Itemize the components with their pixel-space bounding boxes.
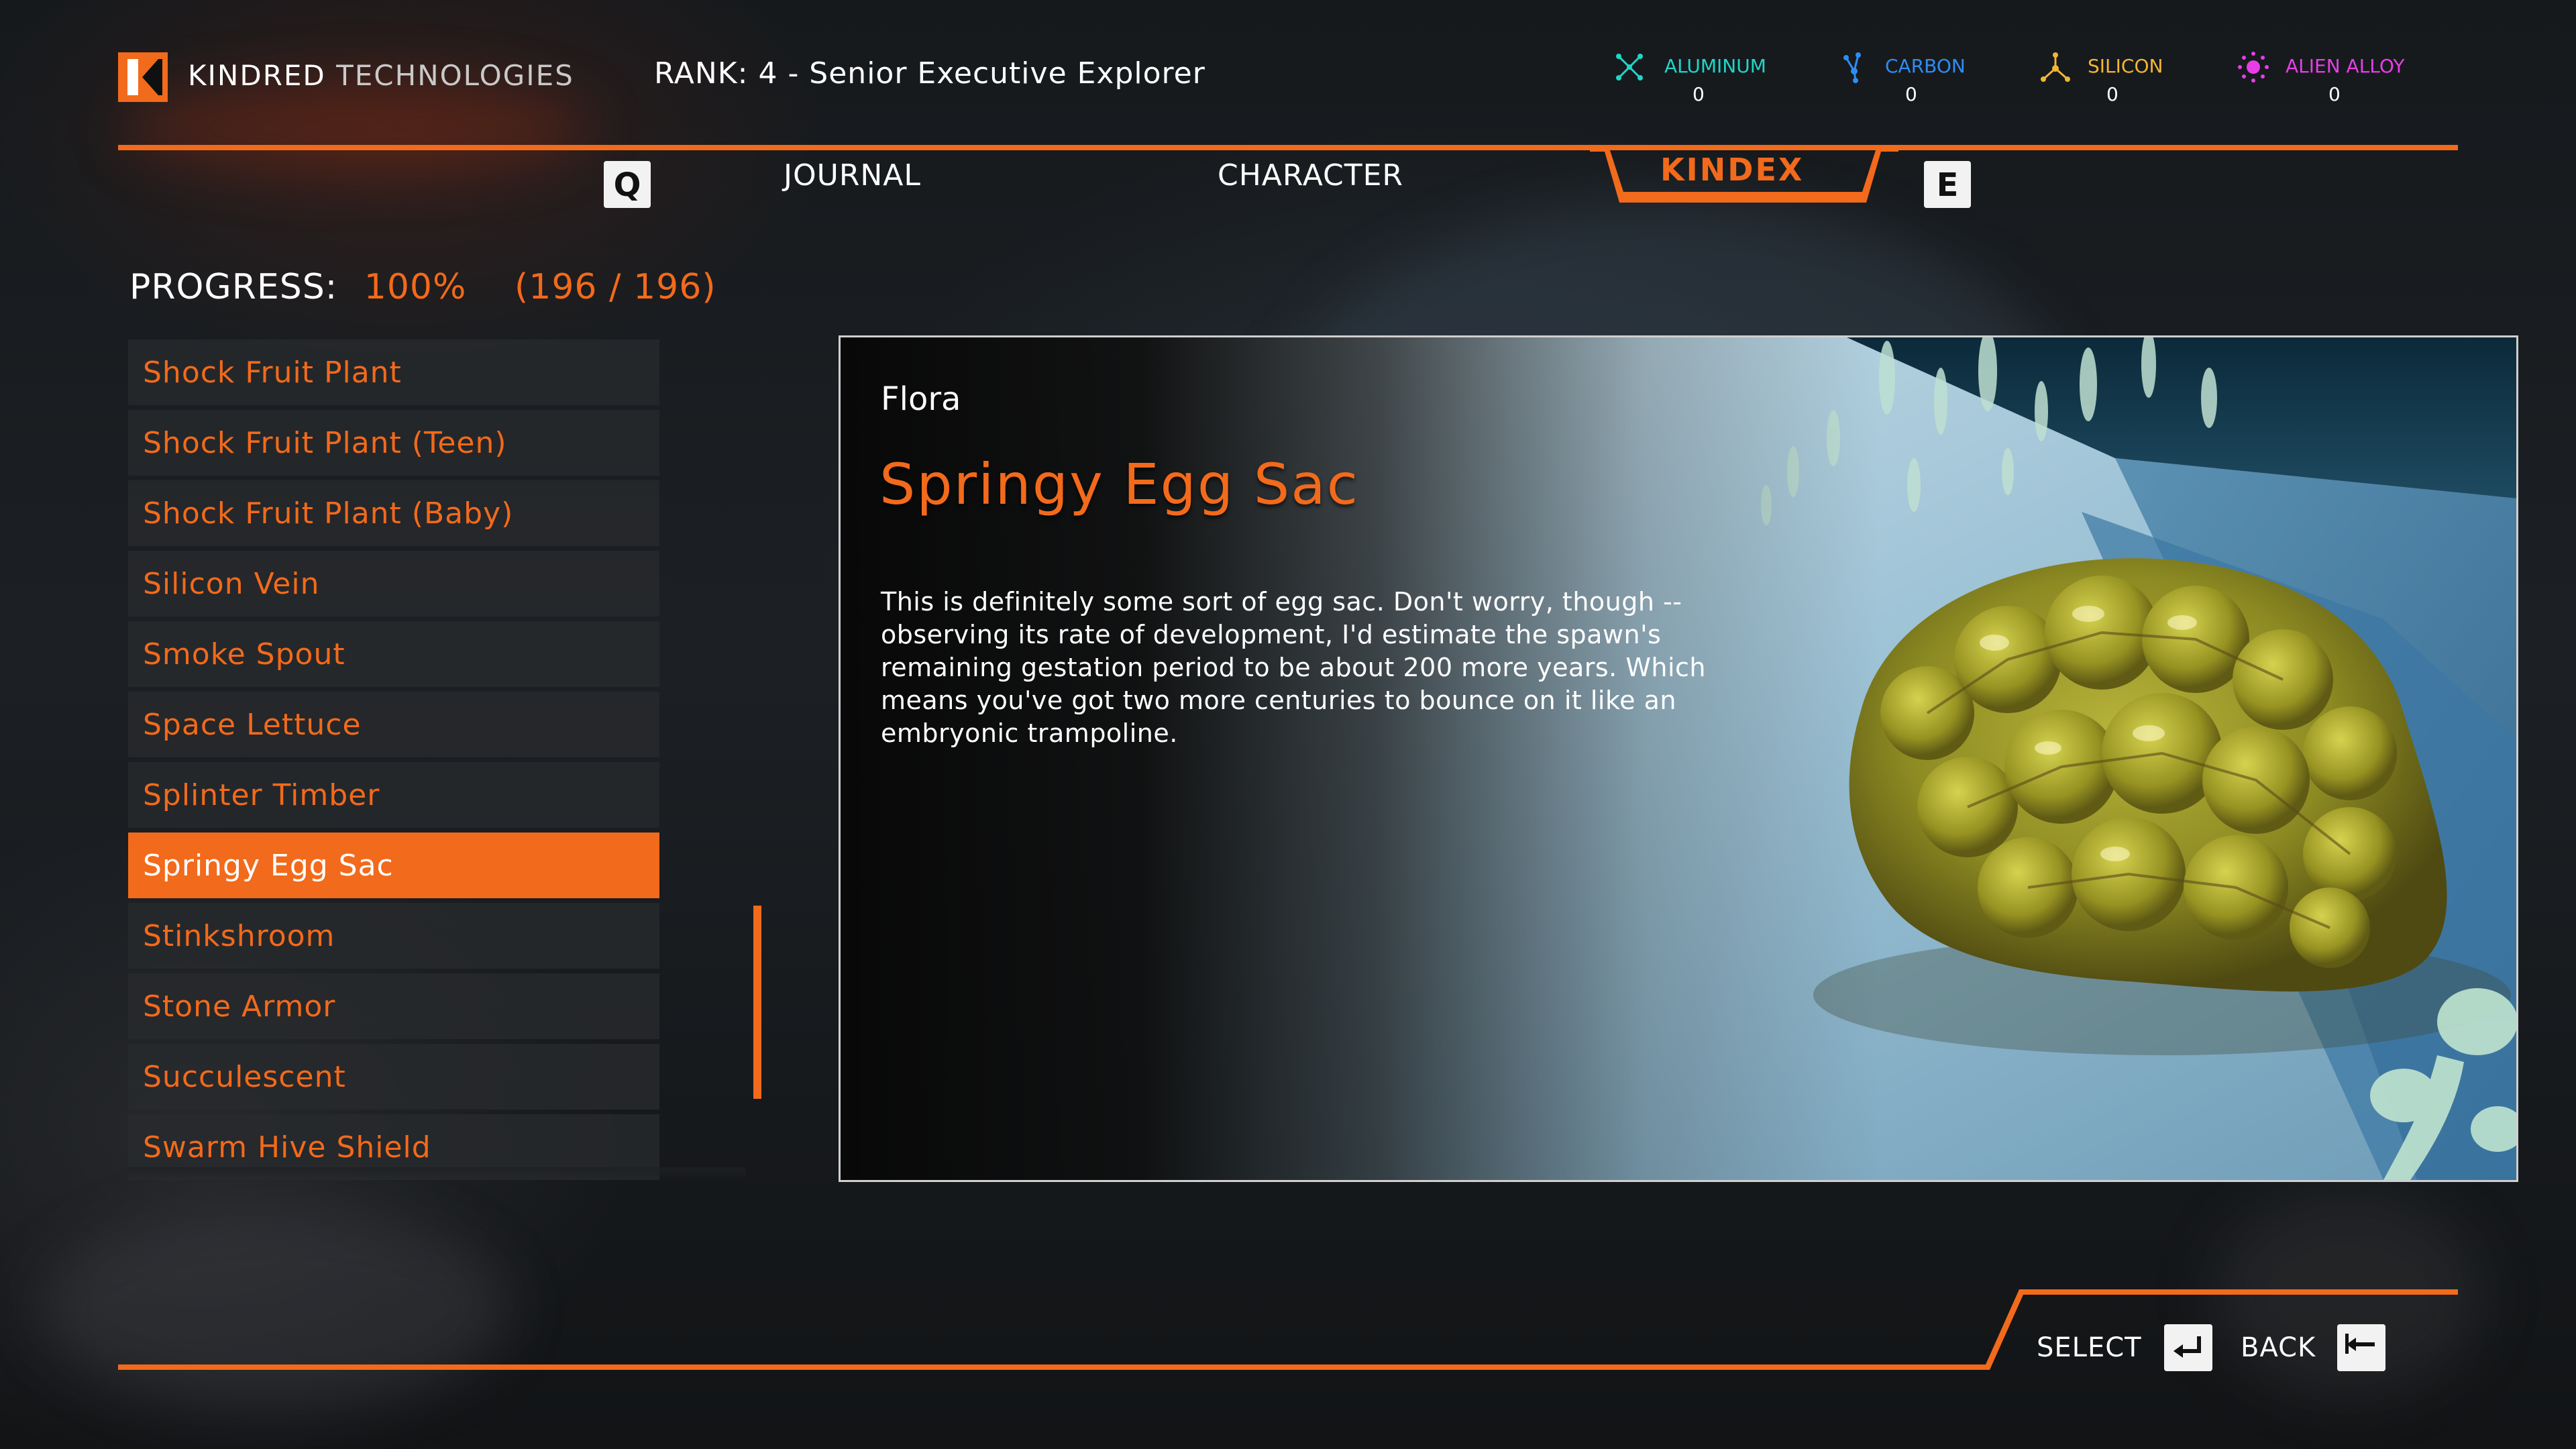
resource-alien-alloy: ALIEN ALLOY 0 (2237, 50, 2452, 110)
aluminum-icon (1616, 54, 1643, 80)
list-item[interactable]: Stone Armor (128, 973, 659, 1039)
progress-label: PROGRESS: (129, 267, 338, 307)
kindred-logo (118, 52, 168, 102)
list-item-label: Shock Fruit Plant (143, 356, 402, 390)
header-divider (118, 145, 2458, 150)
list-item-label: Shock Fruit Plant (Teen) (143, 426, 507, 460)
resource-value: 0 (2106, 83, 2118, 105)
resource-value: 0 (1905, 83, 1917, 105)
resource-aluminum: ALUMINUM 0 (1613, 50, 1815, 110)
list-item-label: Shock Fruit Plant (Baby) (143, 496, 514, 531)
list-item[interactable]: Stinkshroom (128, 903, 659, 969)
player-rank: RANK: 4 - Senior Executive Explorer (654, 56, 1205, 91)
alien-alloy-icon (2238, 52, 2269, 83)
resource-name: CARBON (1885, 55, 1966, 77)
list-item-label: Smoke Spout (143, 637, 345, 672)
enter-key-icon[interactable] (2164, 1324, 2212, 1371)
backspace-key-icon[interactable] (2337, 1324, 2385, 1371)
tab-journal[interactable]: JOURNAL (784, 158, 921, 193)
list-item-label: Springy Egg Sac (143, 849, 394, 883)
list-item-label: Stone Armor (143, 989, 336, 1024)
entry-description: This is definitely some sort of egg sac.… (881, 587, 1707, 748)
background-blur (121, 80, 590, 174)
progress-percent: 100% (364, 267, 467, 307)
tab-kindex[interactable]: KINDEX (1660, 152, 1804, 188)
select-label: SELECT (2037, 1332, 2142, 1363)
list-item-label: Swarm Hive Shield (143, 1130, 431, 1165)
resource-value: 0 (2328, 83, 2341, 105)
resource-name: SILICON (2088, 55, 2163, 77)
list-item[interactable]: Space Lettuce (128, 692, 659, 757)
next-tab-key[interactable]: E (1924, 161, 1971, 208)
progress-readout: PROGRESS: 100% (196 / 196) (129, 267, 716, 307)
list-item[interactable]: Silicon Vein (128, 551, 659, 616)
resource-carbon: CARBON 0 (1838, 50, 2039, 110)
resource-name: ALUMINUM (1664, 55, 1766, 77)
list-item-selected[interactable]: Springy Egg Sac (128, 833, 659, 898)
list-item[interactable]: Shock Fruit Plant (128, 339, 659, 405)
list-bottom-fade (128, 1167, 745, 1179)
entry-category: Flora (881, 380, 961, 418)
brand-light: TECHNOLOGIES (336, 59, 574, 92)
brand-name: KINDRED TECHNOLOGIES (188, 59, 574, 92)
list-scrollbar[interactable] (753, 906, 761, 1099)
tab-character[interactable]: CHARACTER (1218, 158, 1403, 193)
progress-count: (196 / 196) (514, 267, 716, 307)
list-item-label: Succulescent (143, 1060, 346, 1094)
list-item[interactable]: Shock Fruit Plant (Baby) (128, 480, 659, 546)
list-item[interactable]: Shock Fruit Plant (Teen) (128, 410, 659, 476)
entry-title: Springy Egg Sac (879, 451, 1359, 517)
list-item[interactable]: Succulescent (128, 1044, 659, 1110)
list-item-label: Space Lettuce (143, 708, 362, 742)
carbon-icon (1843, 52, 1861, 83)
back-label: BACK (2241, 1332, 2316, 1363)
resource-name: ALIEN ALLOY (2286, 55, 2405, 77)
list-item[interactable]: Splinter Timber (128, 762, 659, 828)
brand-bold: KINDRED (188, 59, 326, 92)
list-item-label: Stinkshroom (143, 919, 335, 953)
resource-value: 0 (1693, 83, 1705, 105)
silicon-icon (2041, 52, 2070, 82)
kindex-screen: KINDRED TECHNOLOGIES RANK: 4 - Senior Ex… (0, 0, 2576, 1449)
resource-silicon: SILICON 0 (2039, 50, 2241, 110)
list-item[interactable]: Smoke Spout (128, 621, 659, 687)
prev-tab-key[interactable]: Q (604, 161, 651, 208)
entry-detail-panel: Flora Springy Egg Sac This is definitely… (839, 335, 2518, 1182)
list-item-label: Silicon Vein (143, 567, 320, 601)
list-item-label: Splinter Timber (143, 778, 380, 812)
